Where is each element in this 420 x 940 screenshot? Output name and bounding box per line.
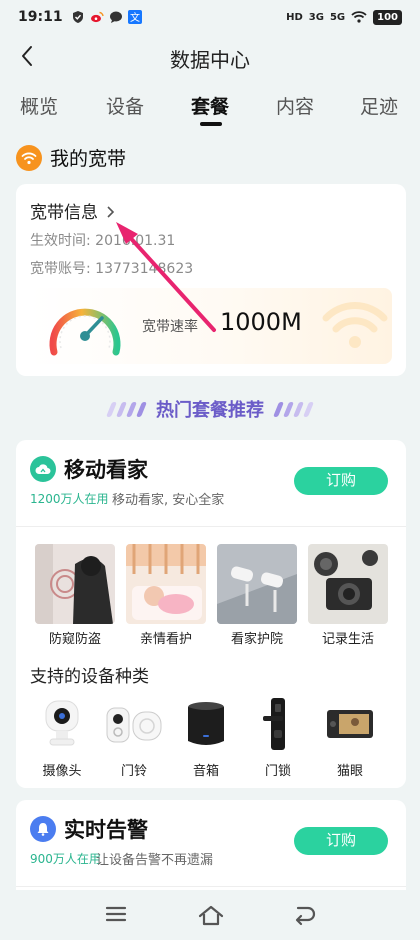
speed-value: 1000M	[220, 308, 302, 336]
devices-title: 支持的设备种类	[30, 667, 149, 687]
device-item[interactable]: 门锁	[248, 698, 308, 779]
device-item[interactable]: 摄像头	[32, 698, 92, 779]
package-name: 移动看家	[64, 458, 148, 482]
promo-title: 热门套餐推荐	[156, 400, 264, 421]
package-users: 900万人在用	[30, 852, 101, 866]
tab-bar: 概览 设备 套餐 内容 足迹	[0, 92, 420, 132]
baby-sleeping-scene-icon	[126, 544, 206, 624]
app-header: 数据中心	[0, 36, 420, 76]
device-label: 门锁	[264, 764, 291, 779]
network-5g: 5G	[329, 11, 346, 23]
chat-bubble-icon	[109, 11, 122, 23]
feature-label: 看家护院	[230, 632, 283, 647]
home-icon[interactable]	[198, 904, 224, 926]
back-nav-icon[interactable]	[292, 904, 316, 926]
feature-item[interactable]: 记录生活	[308, 544, 388, 647]
webcam-icon	[32, 698, 92, 750]
buy-button-alarm[interactable]: 订购	[294, 827, 388, 855]
package-name: 实时告警	[64, 818, 148, 842]
promo-left-decoration	[105, 401, 148, 417]
wifi-watermark-icon	[322, 302, 388, 348]
package-card-home: 移动看家 1200万人在用 移动看家, 安心全家 订购 防窥防盗 亲情看护 看家…	[16, 440, 406, 788]
divider	[16, 886, 406, 887]
device-list: 摄像头 门铃 音箱 门锁 猫眼	[16, 698, 406, 782]
broadband-section-header: 我的宽带	[16, 144, 126, 171]
package-users: 1200万人在用	[30, 492, 109, 506]
shield-check-icon	[72, 11, 83, 23]
broadband-wifi-icon	[16, 144, 42, 171]
page-title: 数据中心	[170, 48, 250, 72]
tab-content[interactable]: 内容	[276, 92, 314, 119]
feature-item[interactable]: 防窥防盗	[35, 544, 115, 647]
camera-scene-icon	[308, 544, 388, 624]
system-nav-bar	[0, 890, 420, 940]
broadband-section-title: 我的宽带	[50, 148, 127, 170]
divider	[16, 526, 406, 527]
chevron-right-icon	[107, 206, 115, 218]
tab-devices[interactable]: 设备	[106, 92, 144, 119]
security-camera-scene-icon	[35, 544, 115, 624]
device-item[interactable]: 音箱	[176, 698, 236, 779]
peephole-icon	[320, 698, 380, 750]
door-lock-icon	[248, 698, 308, 750]
feature-label: 防窥防盗	[48, 632, 101, 647]
device-label: 门铃	[120, 764, 147, 779]
package-card-alarm: 实时告警 900万人在用 让设备告警不再遗漏 订购	[16, 800, 406, 900]
weibo-icon	[90, 11, 104, 23]
device-label: 音箱	[192, 764, 219, 779]
translate-icon: 文	[127, 10, 142, 24]
device-label: 猫眼	[336, 764, 363, 779]
tab-overview[interactable]: 概览	[20, 92, 58, 119]
menu-icon[interactable]	[104, 904, 128, 924]
promo-header: 热门套餐推荐	[0, 396, 420, 422]
alarm-bell-icon	[30, 816, 56, 842]
feature-item[interactable]: 看家护院	[217, 544, 297, 647]
package-desc: 让设备告警不再遗漏	[96, 853, 214, 868]
wifi-status-icon	[351, 11, 367, 23]
broadband-info-link[interactable]: 宽带信息	[30, 198, 117, 223]
feature-list: 防窥防盗 亲情看护 看家护院 记录生活	[35, 544, 389, 654]
status-time: 19:11	[18, 9, 63, 25]
device-item[interactable]: 门铃	[104, 698, 164, 779]
device-item[interactable]: 猫眼	[320, 698, 380, 779]
broadband-account: 宽带账号: 13773148623	[30, 261, 194, 277]
network-3g: 3G	[308, 11, 324, 23]
yard-camera-scene-icon	[217, 544, 297, 624]
speed-label: 宽带速率	[142, 319, 198, 335]
feature-label: 记录生活	[321, 632, 374, 647]
broadband-info-title: 宽带信息	[30, 203, 98, 223]
active-tab-indicator	[200, 122, 222, 126]
device-label: 摄像头	[42, 764, 82, 779]
buy-button-home[interactable]: 订购	[294, 467, 388, 495]
package-desc: 移动看家, 安心全家	[112, 493, 225, 508]
broadband-card: 宽带信息 生效时间: 2016.01.31 宽带账号: 13773148623 …	[16, 184, 406, 376]
feature-item[interactable]: 亲情看护	[126, 544, 206, 647]
status-bar: 19:11 文 HD 3G 5G 100	[0, 0, 420, 34]
doorbell-icon	[104, 698, 164, 750]
cloud-home-icon	[30, 456, 56, 482]
status-right: HD 3G 5G 100	[286, 9, 402, 25]
feature-label: 亲情看护	[139, 632, 192, 647]
speed-panel: 宽带速率 1000M	[30, 288, 392, 364]
speaker-icon	[176, 698, 236, 750]
svg-text:文: 文	[130, 11, 140, 24]
network-hd: HD	[286, 11, 303, 23]
speed-gauge-icon	[49, 308, 121, 356]
battery-indicator: 100	[373, 9, 402, 25]
tab-footprint[interactable]: 足迹	[360, 92, 398, 119]
effective-time: 生效时间: 2016.01.31	[30, 233, 176, 249]
promo-right-decoration	[272, 401, 315, 417]
tab-packages[interactable]: 套餐	[191, 92, 229, 119]
